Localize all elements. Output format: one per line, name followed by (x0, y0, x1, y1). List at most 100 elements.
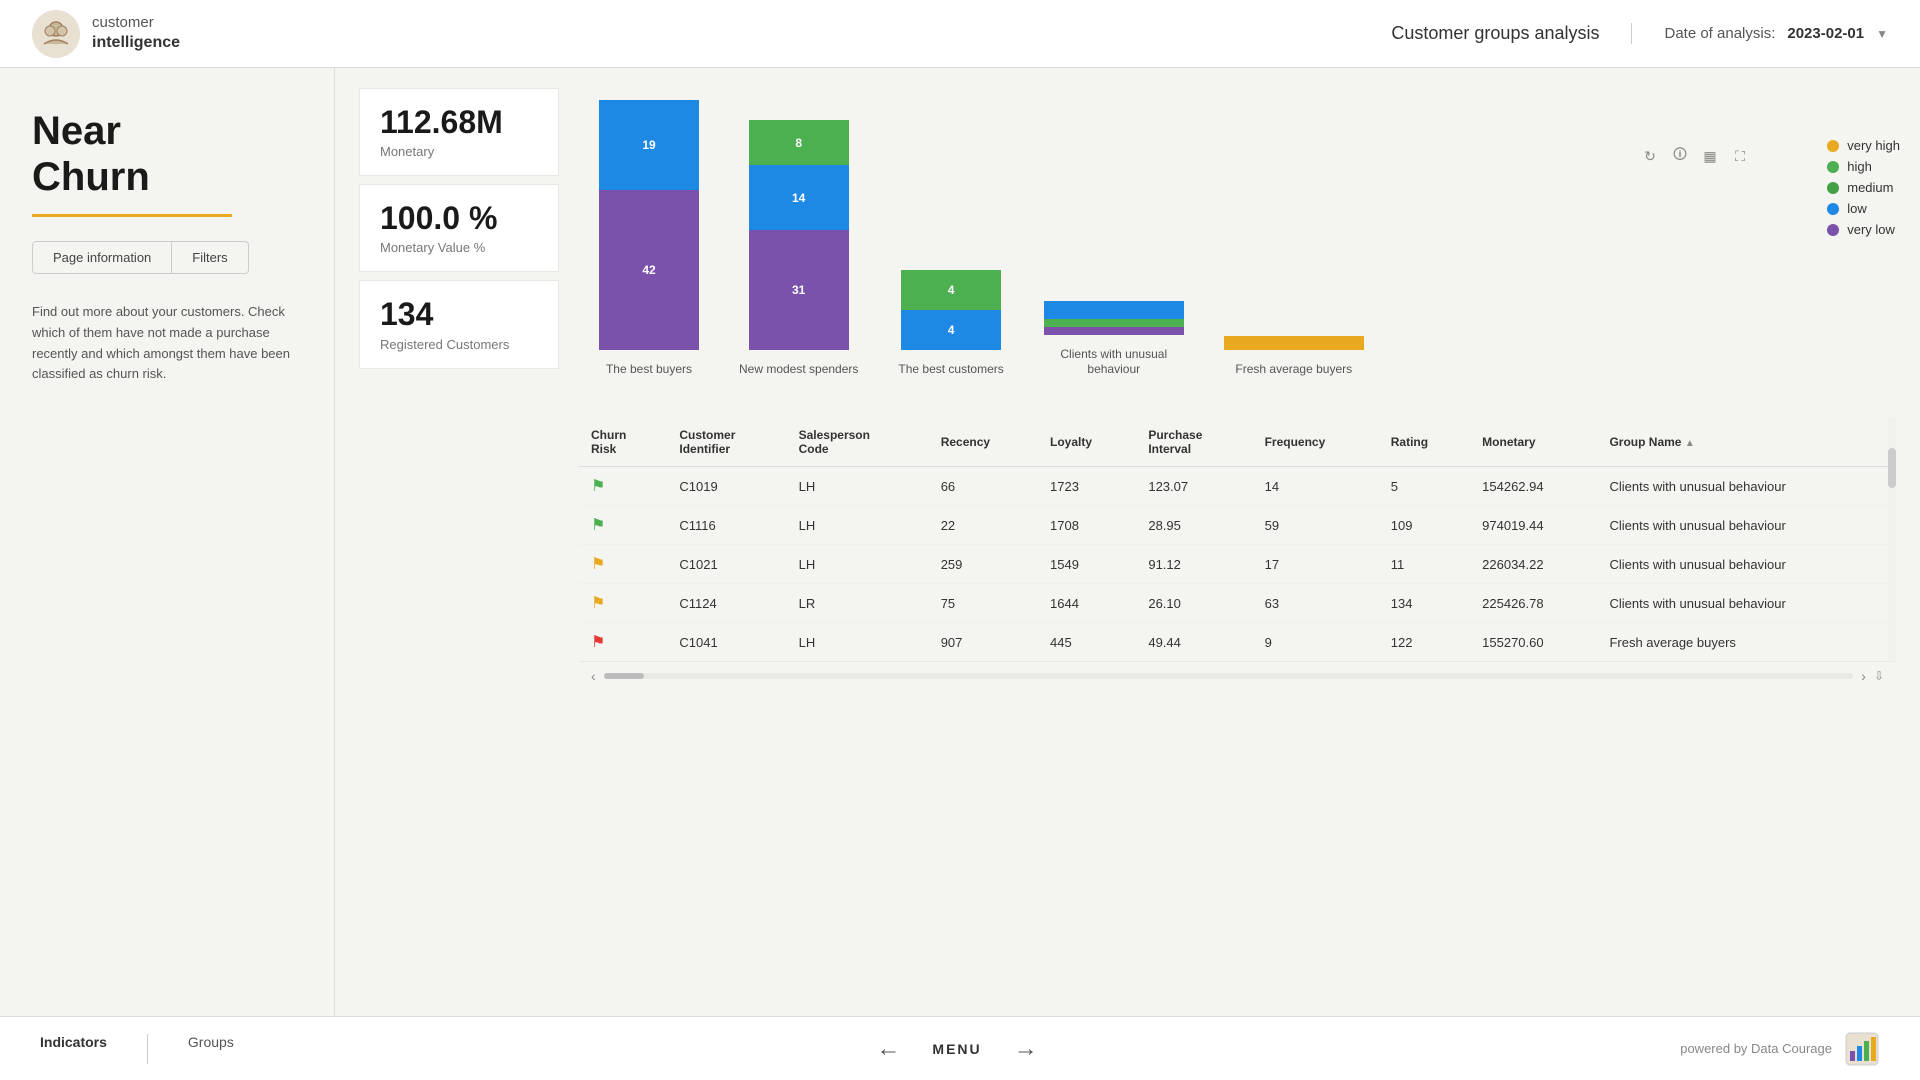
logo-area: customer intelligence (32, 10, 180, 58)
flag-cell: ⚑ (579, 584, 667, 623)
col-recency: Recency (929, 418, 1038, 467)
bar-stack-best-buyers: 42 19 (599, 100, 699, 350)
date-label: Date of analysis: (1664, 25, 1775, 42)
rating-cell: 134 (1379, 584, 1470, 623)
logo-icon (32, 10, 80, 58)
date-dropdown-icon[interactable]: ▼ (1876, 27, 1888, 41)
page-title: Near Churn (32, 108, 302, 200)
hscrollbar[interactable] (604, 673, 1854, 679)
content-area: ↻ 🛈 ▦ ⛶ very high high medium low (335, 68, 1920, 1016)
footer-nav-groups[interactable]: Groups (188, 1034, 234, 1064)
sidebar: Near Churn Page information Filters Find… (0, 68, 335, 1016)
header-center: Customer groups analysis Date of analysi… (1391, 23, 1888, 44)
legend-dot-medium (1827, 182, 1839, 194)
footer-nav-indicators[interactable]: Indicators (40, 1034, 107, 1064)
bar-segment-h4 (1044, 319, 1184, 327)
bar-group-best-buyers: 42 19 The best buyers (599, 100, 699, 378)
loyalty-cell: 445 (1038, 623, 1136, 662)
data-courage-logo-icon (1844, 1031, 1880, 1067)
bar-label-fresh: Fresh average buyers (1235, 362, 1352, 378)
sp-code-cell: LH (787, 623, 929, 662)
freq-cell: 17 (1253, 545, 1379, 584)
tab-page-information[interactable]: Page information (32, 241, 172, 274)
expand-icon[interactable]: ⛶ (1730, 146, 1750, 166)
scroll-left-button[interactable]: ‹ (591, 668, 596, 684)
legend-item-low: low (1827, 201, 1900, 216)
footer: Indicators Groups ← MENU → powered by Da… (0, 1016, 1920, 1080)
legend-label-low: low (1847, 201, 1867, 216)
freq-cell: 14 (1253, 467, 1379, 506)
col-rating: Rating (1379, 418, 1470, 467)
legend-dot-very-low (1827, 224, 1839, 236)
group-cell: Clients with unusual behaviour (1597, 506, 1896, 545)
bar-segment-l4 (1044, 301, 1184, 319)
freq-cell: 63 (1253, 584, 1379, 623)
bar-stack-best-customers: 4 4 (901, 270, 1001, 350)
nav-prev-button[interactable]: ← (876, 1035, 900, 1063)
bar-label-new-modest: New modest spenders (739, 362, 858, 378)
reset-icon[interactable]: ↻ (1640, 146, 1660, 166)
tab-filters[interactable]: Filters (172, 241, 248, 274)
bar-segment-vl4 (1044, 327, 1184, 335)
flag-cell: ⚑ (579, 623, 667, 662)
col-purchase-interval: PurchaseInterval (1136, 418, 1252, 467)
sp-code-cell: LH (787, 467, 929, 506)
rating-cell: 11 (1379, 545, 1470, 584)
header-title: Customer groups analysis (1391, 23, 1632, 44)
customer-id-cell: C1041 (667, 623, 786, 662)
header-date: Date of analysis: 2023-02-01 ▼ (1632, 25, 1888, 42)
bar-stack-fresh (1224, 336, 1364, 350)
bar-label-unusual: Clients with unusual behaviour (1054, 347, 1174, 378)
col-loyalty: Loyalty (1038, 418, 1136, 467)
nav-next-button[interactable]: → (1014, 1035, 1038, 1063)
sp-code-cell: LR (787, 584, 929, 623)
freq-cell: 9 (1253, 623, 1379, 662)
tab-buttons: Page information Filters (32, 241, 302, 274)
loyalty-cell: 1708 (1038, 506, 1136, 545)
menu-label[interactable]: MENU (932, 1041, 981, 1057)
sort-icon[interactable]: ▲ (1685, 438, 1695, 449)
col-frequency: Frequency (1253, 418, 1379, 467)
legend-area: very high high medium low very low (1827, 138, 1900, 237)
table-row: ⚑ C1124 LR 75 1644 26.10 63 134 225426.7… (579, 584, 1896, 623)
table-hscroll-row: ‹ › ⇩ (579, 661, 1896, 690)
footer-right: powered by Data Courage (1680, 1031, 1880, 1067)
data-table: ChurnRisk CustomerIdentifier Salesperson… (579, 418, 1896, 661)
info-icon[interactable]: 🛈 (1670, 146, 1690, 166)
pi-cell: 28.95 (1136, 506, 1252, 545)
filter-icon[interactable]: ▦ (1700, 146, 1720, 166)
bar-group-fresh: Fresh average buyers (1224, 336, 1364, 378)
recency-cell: 22 (929, 506, 1038, 545)
bar-segment-low3: 4 (901, 310, 1001, 350)
scroll-right-button[interactable]: › (1861, 668, 1866, 684)
recency-cell: 66 (929, 467, 1038, 506)
logo-text: customer intelligence (92, 13, 180, 53)
table-section: ChurnRisk CustomerIdentifier Salesperson… (579, 418, 1896, 690)
customer-id-cell: C1021 (667, 545, 786, 584)
kpi-monetary: 112.68M Monetary (359, 88, 559, 176)
sp-code-cell: LH (787, 506, 929, 545)
bar-segment-vh5 (1224, 336, 1364, 350)
table-scroll-down-arrow[interactable]: ⇩ (1874, 669, 1884, 683)
table-vscrollbar-thumb[interactable] (1888, 448, 1896, 488)
bar-group-unusual: Clients with unusual behaviour (1044, 301, 1184, 378)
legend-dot-low (1827, 203, 1839, 215)
bar-stack-new-modest: 31 14 8 (749, 120, 849, 350)
flag-cell: ⚑ (579, 467, 667, 506)
footer-nav-left: Indicators Groups (40, 1034, 234, 1064)
recency-cell: 259 (929, 545, 1038, 584)
customer-id-cell: C1116 (667, 506, 786, 545)
hscrollbar-thumb[interactable] (604, 673, 644, 679)
monetary-cell: 974019.44 (1470, 506, 1597, 545)
main-layout: Near Churn Page information Filters Find… (0, 68, 1920, 1016)
bar-label-best-buyers: The best buyers (606, 362, 692, 378)
header: customer intelligence Customer groups an… (0, 0, 1920, 68)
bar-group-new-modest: 31 14 8 New modest spenders (739, 120, 858, 378)
kpi-customers: 134 Registered Customers (359, 280, 559, 368)
table-row: ⚑ C1021 LH 259 1549 91.12 17 11 226034.2… (579, 545, 1896, 584)
bar-segment-low: 19 (599, 100, 699, 190)
table-vscrollbar[interactable] (1888, 418, 1896, 661)
sp-code-cell: LH (787, 545, 929, 584)
footer-center: ← MENU → (876, 1035, 1037, 1063)
legend-dot-very-high (1827, 140, 1839, 152)
